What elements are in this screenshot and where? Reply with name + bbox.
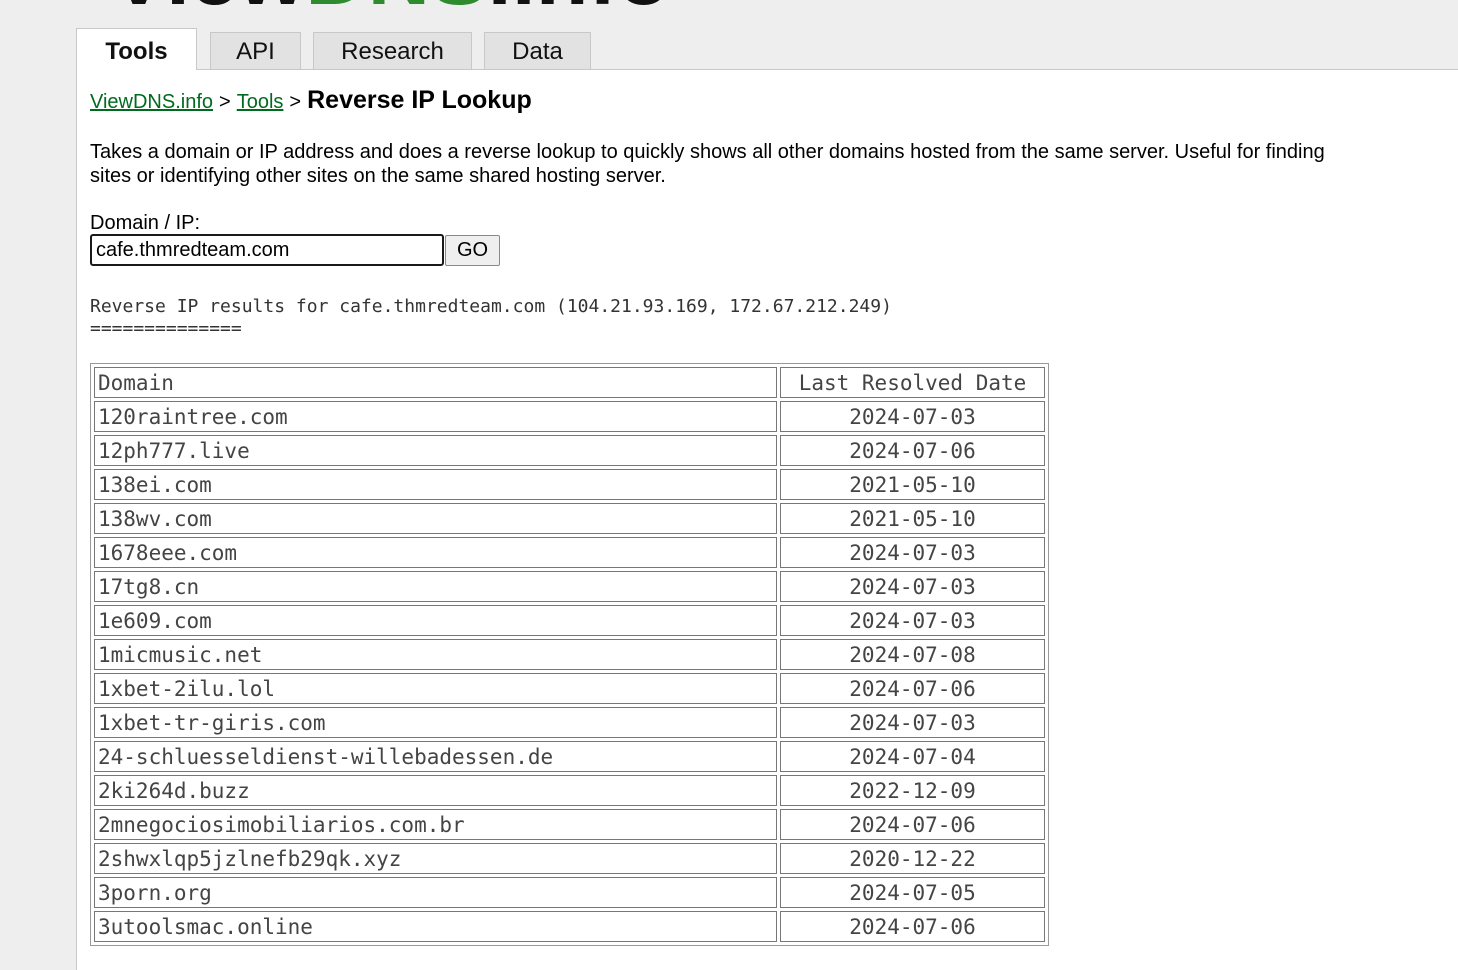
breadcrumb-home-link[interactable]: ViewDNS.info	[90, 91, 213, 113]
domain-cell: 3porn.org	[94, 877, 777, 908]
table-row: 24-schluesseldienst-willebadessen.de 2024…	[94, 741, 1045, 772]
table-row: 3utoolsmac.online 2024-07-06	[94, 911, 1045, 942]
last-resolved-date-cell: 2024-07-06	[780, 911, 1045, 942]
last-resolved-date-cell: 2022-12-09	[780, 775, 1045, 806]
results-title: Reverse IP results for cafe.thmredteam.c…	[90, 296, 892, 317]
column-header-last-resolved-date: Last Resolved Date	[780, 367, 1045, 398]
table-row: 17tg8.cn 2024-07-03	[94, 571, 1045, 602]
tool-description: Takes a domain or IP address and does a …	[90, 140, 1458, 188]
table-row: 3porn.org 2024-07-05	[94, 877, 1045, 908]
column-header-domain: Domain	[94, 367, 777, 398]
table-row: 1e609.com 2024-07-03	[94, 605, 1045, 636]
breadcrumb: ViewDNS.info > Tools > Reverse IP Lookup	[90, 86, 532, 115]
domain-cell: 17tg8.cn	[94, 571, 777, 602]
table-row: 1xbet-tr-giris.com 2024-07-03	[94, 707, 1045, 738]
last-resolved-date-cell: 2021-05-10	[780, 503, 1045, 534]
domain-cell: 2shwxlqp5jzlnefb29qk.xyz	[94, 843, 777, 874]
go-button[interactable]: GO	[445, 235, 500, 266]
description-line: sites or identifying other sites on the …	[90, 165, 666, 187]
last-resolved-date-cell: 2024-07-03	[780, 401, 1045, 432]
breadcrumb-tools-link[interactable]: Tools	[237, 91, 284, 113]
results-table: Domain Last Resolved Date 120raintree.co…	[90, 363, 1049, 946]
last-resolved-date-cell: 2024-07-06	[780, 809, 1045, 840]
table-row: 2ki264d.buzz 2022-12-09	[94, 775, 1045, 806]
last-resolved-date-cell: 2024-07-05	[780, 877, 1045, 908]
page-title: Reverse IP Lookup	[307, 86, 532, 114]
tab-api[interactable]: API	[210, 32, 301, 69]
tab-data[interactable]: Data	[484, 32, 591, 69]
domain-cell: 120raintree.com	[94, 401, 777, 432]
domain-cell: 24-schluesseldienst-willebadessen.de	[94, 741, 777, 772]
table-row: 138ei.com 2021-05-10	[94, 469, 1045, 500]
domain-cell: 1micmusic.net	[94, 639, 777, 670]
domain-cell: 1e609.com	[94, 605, 777, 636]
table-row: 12ph777.live 2024-07-06	[94, 435, 1045, 466]
last-resolved-date-cell: 2024-07-06	[780, 673, 1045, 704]
domain-cell: 1xbet-tr-giris.com	[94, 707, 777, 738]
table-header-row: Domain Last Resolved Date	[94, 367, 1045, 398]
domain-cell: 1xbet-2ilu.lol	[94, 673, 777, 704]
last-resolved-date-cell: 2021-05-10	[780, 469, 1045, 500]
domain-cell: 2mnegociosimobiliarios.com.br	[94, 809, 777, 840]
last-resolved-date-cell: 2024-07-03	[780, 571, 1045, 602]
domain-cell: 1678eee.com	[94, 537, 777, 568]
svg-text:ViewDNS.info: ViewDNS.info	[110, 0, 670, 8]
results-divider: ==============	[90, 318, 242, 339]
table-row: 120raintree.com 2024-07-03	[94, 401, 1045, 432]
content-panel: ViewDNS.info > Tools > Reverse IP Lookup Tak…	[76, 69, 1458, 970]
domain-ip-input[interactable]	[90, 234, 444, 266]
table-row: 138wv.com 2021-05-10	[94, 503, 1045, 534]
last-resolved-date-cell: 2024-07-08	[780, 639, 1045, 670]
table-row: 1678eee.com 2024-07-03	[94, 537, 1045, 568]
tab-research[interactable]: Research	[313, 32, 472, 69]
domain-cell: 138ei.com	[94, 469, 777, 500]
last-resolved-date-cell: 2024-07-04	[780, 741, 1045, 772]
table-row: 2shwxlqp5jzlnefb29qk.xyz 2020-12-22	[94, 843, 1045, 874]
domain-cell: 3utoolsmac.online	[94, 911, 777, 942]
last-resolved-date-cell: 2020-12-22	[780, 843, 1045, 874]
last-resolved-date-cell: 2024-07-06	[780, 435, 1045, 466]
last-resolved-date-cell: 2024-07-03	[780, 605, 1045, 636]
last-resolved-date-cell: 2024-07-03	[780, 537, 1045, 568]
domain-cell: 2ki264d.buzz	[94, 775, 777, 806]
breadcrumb-separator: >	[219, 91, 231, 113]
site-logo[interactable]: ViewDNS.info	[110, 0, 680, 8]
description-line: Takes a domain or IP address and does a …	[90, 141, 1325, 163]
domain-cell: 12ph777.live	[94, 435, 777, 466]
domain-cell: 138wv.com	[94, 503, 777, 534]
table-row: 1xbet-2ilu.lol 2024-07-06	[94, 673, 1045, 704]
breadcrumb-separator: >	[289, 91, 302, 113]
last-resolved-date-cell: 2024-07-03	[780, 707, 1045, 738]
domain-ip-label: Domain / IP:	[90, 212, 201, 234]
tab-tools[interactable]: Tools	[76, 28, 197, 70]
table-row: 1micmusic.net 2024-07-08	[94, 639, 1045, 670]
table-row: 2mnegociosimobiliarios.com.br 2024-07-06	[94, 809, 1045, 840]
